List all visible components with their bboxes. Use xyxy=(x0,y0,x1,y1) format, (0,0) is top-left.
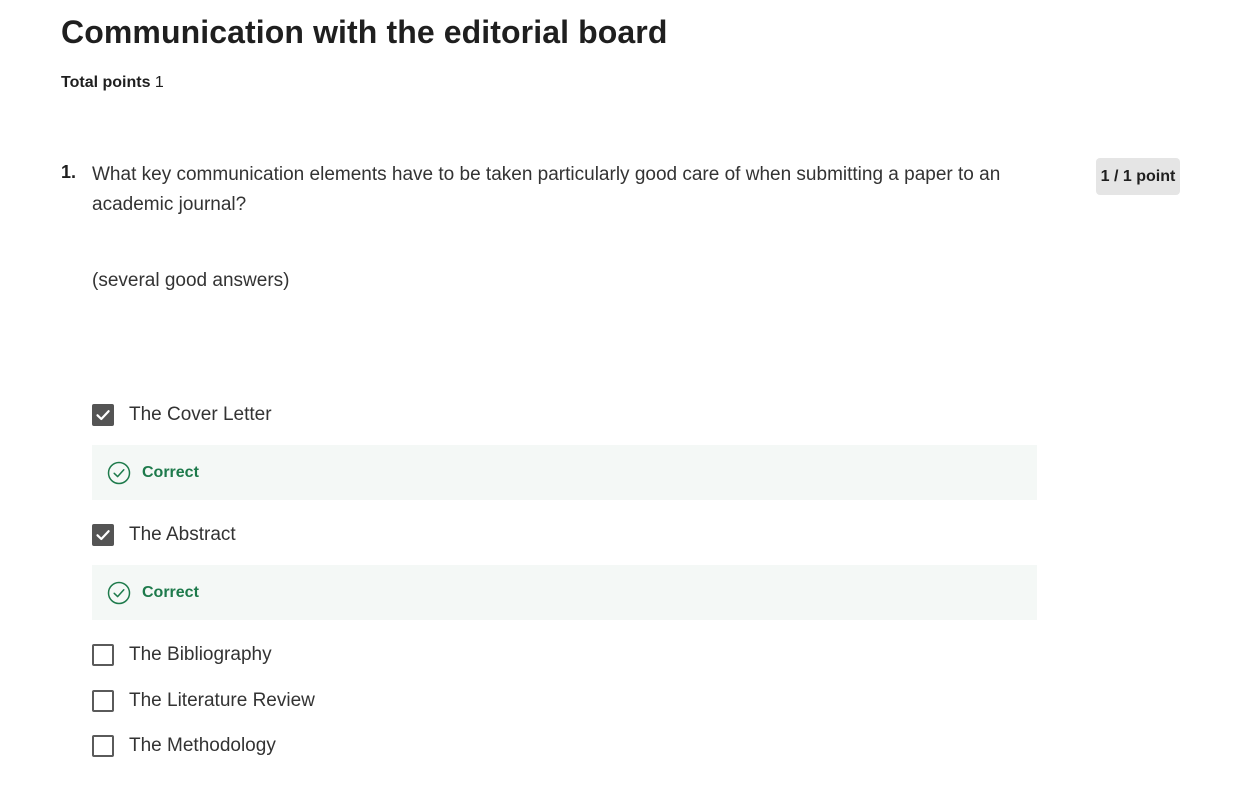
feedback-correct: Correct xyxy=(92,445,1037,500)
total-points-label: Total points xyxy=(61,74,151,91)
score-badge: 1 / 1 point xyxy=(1096,158,1180,195)
question-number: 1. xyxy=(61,162,77,182)
checkbox-checked[interactable] xyxy=(92,404,114,426)
total-points: Total points 1 xyxy=(61,74,164,92)
option-literature-review[interactable]: The Literature Review xyxy=(92,689,315,713)
option-label: The Abstract xyxy=(129,524,236,545)
checkbox-unchecked[interactable] xyxy=(92,644,114,666)
option-methodology[interactable]: The Methodology xyxy=(92,734,276,758)
option-abstract[interactable]: The Abstract xyxy=(92,523,236,547)
feedback-label: Correct xyxy=(142,583,199,601)
page-title: Communication with the editorial board xyxy=(61,14,668,50)
option-label: The Cover Letter xyxy=(129,404,272,425)
check-icon xyxy=(96,530,110,541)
checkbox-unchecked[interactable] xyxy=(92,690,114,712)
check-circle-icon xyxy=(107,461,131,484)
checkbox-unchecked[interactable] xyxy=(92,735,114,757)
option-label: The Methodology xyxy=(129,735,276,756)
question-text: What key communication elements have to … xyxy=(92,164,1001,215)
option-label: The Bibliography xyxy=(129,644,272,665)
check-icon xyxy=(96,410,110,421)
check-circle-icon xyxy=(107,581,131,604)
question-note: (several good answers) xyxy=(92,270,290,291)
feedback-label: Correct xyxy=(142,463,199,481)
option-label: The Literature Review xyxy=(129,690,315,711)
checkbox-checked[interactable] xyxy=(92,524,114,546)
option-bibliography[interactable]: The Bibliography xyxy=(92,643,272,667)
option-cover-letter[interactable]: The Cover Letter xyxy=(92,403,272,427)
total-points-value: 1 xyxy=(154,74,164,91)
feedback-correct: Correct xyxy=(92,565,1037,620)
